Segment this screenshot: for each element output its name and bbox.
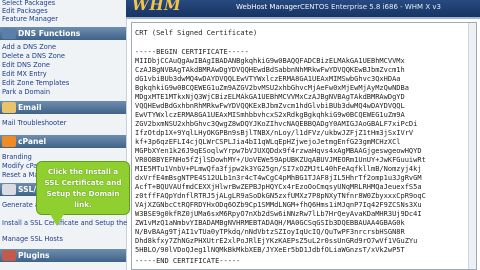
server-info: CENTOS Enterprise 5.8 i686 - WHM X v3 [300,3,441,11]
sidebar-link-edit-packages[interactable]: Edit Packages [2,8,48,15]
sidebar-link-edit-dns-zone[interactable]: Edit DNS Zone [2,62,50,69]
sidebar-link-add-dns-zone[interactable]: Add a DNS Zone [2,44,56,51]
sidebar-section-cpanel[interactable]: cPanel [0,135,126,148]
sidebar-link-edit-zone-templates[interactable]: Edit Zone Templates [2,80,69,87]
plugins-icon [2,250,16,261]
sidebar-section-cpanel-title: cPanel [18,137,47,146]
sidebar-section-plugins[interactable]: Plugins [0,249,126,262]
whm-tagline: WebHost Manager [236,3,301,11]
certificate-line: ZW1vMzQ1aNmbvYIBADAMBgNVHRMEBTADAQH/MA0G… [135,219,405,227]
certificate-line: ZGV2bxmNSU2xhbGhvc3QwgZ8wDQYJKoZIhvcNAQE… [135,120,418,128]
callout-text-line-1: Click the Install a [47,167,119,176]
certificate-line: MGPbXYen1k26J9qESoqlwYrpw7bVJUXQDdx9f4rz… [135,147,422,155]
certificate-line: z0tffFAQpYdnflRTRJ5jALgLR9aSoDkGN5zxfUMX… [135,192,426,200]
sidebar-section-email[interactable]: Email [0,101,126,114]
certificate-begin-line: -----BEGIN CERTIFICATE----- [135,48,249,56]
dns-functions-icon [2,28,16,39]
sidebar-section-dns-title: DNS Functions [18,29,81,38]
email-icon [2,102,16,113]
sidebar-section-plugins-title: Plugins [18,251,50,260]
certificate-line: EwVTYWxlczERMA8GA1UEAxMISmhbbvhcxS2xRdkg… [135,111,405,119]
callout-pointer [50,214,64,226]
certificate-line: IfzOtdp1X+9YqlLHyOKGPBn9sBjlTNBX/nLoy/l1… [135,129,414,137]
certificate-line: MDgxMTE1MTkxNjQ3WjCBizELMAkGA1UEBhMCVVMx… [135,93,405,101]
certificate-line: dG1vbiBUb3dwMQ4wDAYDVQQLEwVTYWxlczERMA8G… [135,75,401,83]
certificate-line: N/BvBAAg9TjAI1vTUa0yTPkdq/nNdVbtzSZIoyIq… [135,228,405,236]
sidebar-link-manage-ssl-hosts[interactable]: Manage SSL Hosts [2,236,63,243]
sidebar-link-delete-dns-zone[interactable]: Delete a DNS Zone [2,53,65,60]
certificate-end-line: -----END CERTIFICATE----- [135,257,241,265]
sidebar-link-branding[interactable]: Branding [2,154,32,161]
sidebar-section-email-title: Email [18,103,42,112]
certificate-line: MIE5MTu1VnbV+PLmwQfa3fjpw2k3YG25gn/SI7xO… [135,165,422,173]
sidebar-section-dns[interactable]: DNS Functions [0,27,126,40]
sidebar-link-mail-troubleshooter[interactable]: Mail Troubleshooter [2,120,66,127]
certificate-line: VAjXZGNbcCtRQFRDYHxODq6OZb9Cp1SMMdLNGM+f… [135,201,422,209]
ssl-tls-icon [2,184,16,195]
certificate-line: kf+3p6qzEFLI4cjQLWrCSPLJia4bI1qWLqEpHZjw… [135,138,401,146]
certificate-line: W3BSE9g0kfRZ0jUMa6sxM6RpyO7nXb2dSw6iNNzR… [135,210,422,218]
certificate-line: 5HBLO/90lVDoQJeg1lNQMkBkMkbXEB/JYXeEr5bD… [135,246,405,254]
sidebar-link-park-domain[interactable]: Park a Domain [2,89,50,96]
sidebar: Select Packages Edit Packages Feature Ma… [0,0,159,270]
callout-text-line-3: Setup the Domain [46,189,120,198]
certificate-scrollbar[interactable] [468,23,476,269]
certificate-line: Dhd8kfxy7ZhNGzPHXUtrE2xlPoJRlEjYKzKAEPsZ… [135,237,418,245]
certificate-line: CzAJBgNVBAgTAkdBMRAwDgYDVQQHEwdBdSabbnNh… [135,66,405,74]
callout-text-line-4: link. [74,200,92,209]
cpanel-icon [2,136,16,147]
whm-logo: WHM [132,0,182,14]
certificate-type-label: CRT (Self Signed Certificate) [135,29,258,37]
certificate-line: AcfT+BQUVAUfmdCEXXjHlwrBwZEPBJpHQYCx4rEz… [135,183,422,191]
callout-text-line-2: SSL Certificate and [44,178,122,187]
sidebar-link-select-packages[interactable]: Select Packages [2,0,55,7]
certificate-line: VQQHEwdBdGxhbnRhMRkwFwYDVQQKExBJbmZvcm1h… [135,102,405,110]
whm-window: Select Packages Edit Packages Feature Ma… [0,0,480,270]
sidebar-link-edit-mx-entry[interactable]: Edit MX Entry [2,71,47,78]
certificate-line: dxVrfE4mBsgNTPE4S12ULb1n3r4cT4wCgC4pMhBG… [135,174,422,182]
certificate-line: VR0OBBYEFNHo5fZjlSDowhMY+/UoVEWe59ApUBKZ… [135,156,426,164]
sidebar-link-feature-manager[interactable]: Feature Manager [2,16,58,23]
certificate-line: MIIDbjCCAuQgAwIBAgIBADANBgkqhkiG9w0BAQQF… [135,57,405,65]
certificate-textarea[interactable]: CRT (Self Signed Certificate) -----BEGIN… [131,22,477,270]
certificate-line: BgkqhkiG9w0BCQEWEG1uZm9AZGV2bvMSU2xhbGhv… [135,84,409,92]
